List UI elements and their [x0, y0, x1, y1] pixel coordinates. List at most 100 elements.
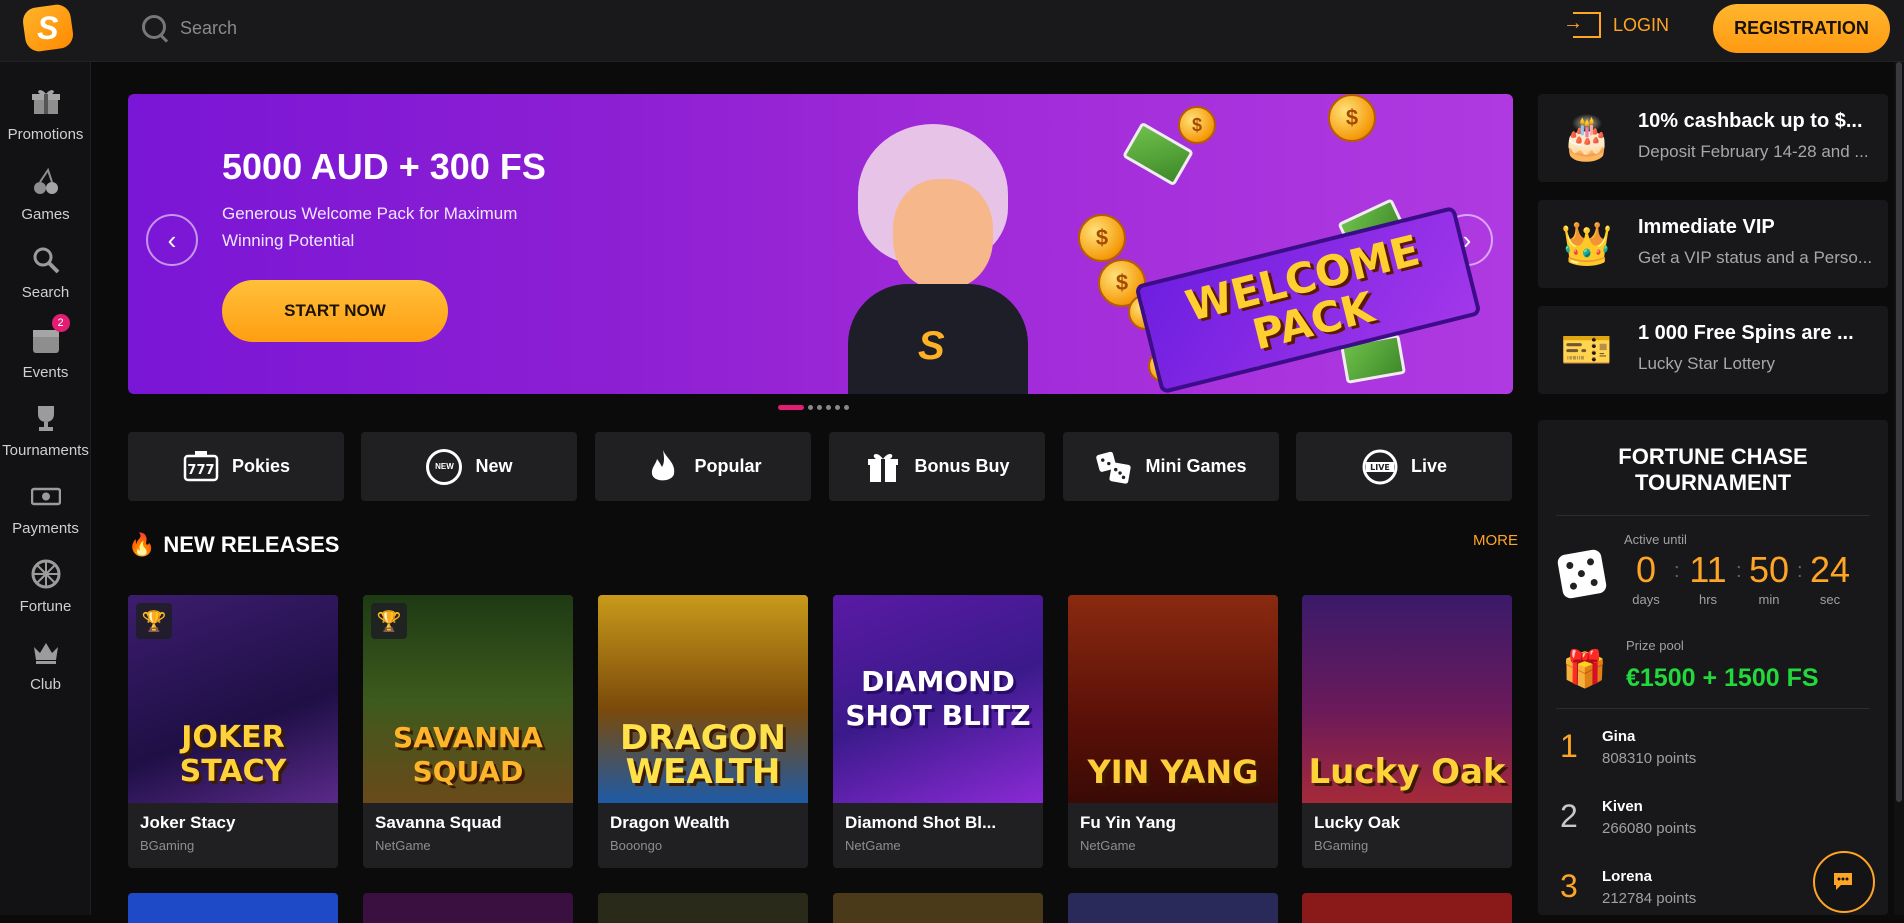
search-input[interactable]	[180, 17, 540, 39]
category-label: Live	[1410, 456, 1448, 476]
lottery-ticket-icon: 🎫	[1560, 325, 1614, 373]
new-releases-title: 🔥 NEW RELEASES	[128, 532, 340, 557]
start-now-button[interactable]: START NOW	[222, 280, 448, 342]
game-thumbnail: 🏆 SAVANNA SQUAD	[363, 595, 573, 803]
game-name: Joker Stacy	[140, 813, 236, 832]
pagination-dot[interactable]	[778, 405, 804, 410]
game-thumbnail: YIN YANG	[1068, 595, 1278, 803]
game-name: Fu Yin Yang	[1080, 813, 1177, 832]
sidebar-label: Events	[22, 364, 69, 381]
category-label: Bonus Buy	[914, 456, 1010, 476]
countdown-seconds: 24 sec	[1809, 549, 1851, 608]
logo[interactable]: S	[21, 2, 75, 54]
game-card-joker-stacy[interactable]: 🏆 JOKER STACY Joker Stacy BGaming	[128, 595, 338, 868]
category-label: New	[475, 456, 513, 476]
sidebar-item-promotions[interactable]: Promotions	[0, 86, 91, 176]
game-provider: NetGame	[375, 838, 431, 853]
sidebar-label: Payments	[12, 520, 79, 537]
tournament-panel[interactable]: FORTUNE CHASE TOURNAMENT Active until 0d…	[1538, 420, 1888, 915]
promo-subtitle: Lucky Star Lottery	[1638, 354, 1776, 373]
flame-icon	[644, 448, 682, 486]
dice-icon	[1556, 548, 1608, 600]
banner-prev-arrow[interactable]: ‹	[146, 214, 198, 266]
promo-card-cashback[interactable]: 🎂 10% cashback up to $... Deposit Februa…	[1538, 94, 1888, 182]
login-icon	[1563, 12, 1601, 38]
search-icon	[140, 13, 170, 43]
game-provider: Booongo	[610, 838, 663, 853]
category-popular[interactable]: Popular	[595, 432, 811, 501]
game-thumbnail: DIAMOND SHOT BLITZ	[833, 595, 1043, 803]
sidebar-label: Tournaments	[2, 442, 89, 459]
countdown-minutes: 50 min	[1748, 549, 1790, 608]
gift-icon	[30, 86, 62, 118]
search-icon	[30, 244, 62, 276]
dice-icon	[1095, 448, 1133, 486]
scrollbar[interactable]	[1894, 62, 1904, 915]
banner-character: S	[838, 124, 1028, 394]
category-mini-games[interactable]: Mini Games	[1063, 432, 1279, 501]
game-card-diamond-shot-blitz[interactable]: DIAMOND SHOT BLITZ Diamond Shot Bl... Ne…	[833, 595, 1043, 868]
game-card-peek[interactable]	[833, 893, 1043, 923]
game-card-peek[interactable]	[128, 893, 338, 923]
crown-icon	[30, 636, 62, 668]
game-card-lucky-oak[interactable]: Lucky Oak Lucky Oak BGaming	[1302, 595, 1512, 868]
sidebar-item-games[interactable]: Games	[0, 166, 91, 256]
game-thumbnail: DRAGON WEALTH	[598, 595, 808, 803]
login-button[interactable]: LOGIN	[1563, 12, 1670, 38]
banner-pagination	[778, 405, 849, 410]
promo-card-lottery[interactable]: 🎫 1 000 Free Spins are ... Lucky Star Lo…	[1538, 306, 1888, 394]
registration-button[interactable]: REGISTRATION	[1713, 4, 1890, 53]
leaderboard-row: 1 Gina 808310 points	[1560, 728, 1697, 767]
pagination-dot[interactable]	[844, 405, 849, 410]
category-label: Mini Games	[1145, 456, 1247, 476]
game-card-peek[interactable]	[598, 893, 808, 923]
trophy-icon: 🏆	[371, 603, 407, 639]
sidebar-label: Fortune	[19, 598, 72, 615]
game-card-savanna-squad[interactable]: 🏆 SAVANNA SQUAD Savanna Squad NetGame	[363, 595, 573, 868]
divider	[1556, 515, 1870, 516]
pagination-dot[interactable]	[817, 405, 822, 410]
game-card-peek[interactable]	[363, 893, 573, 923]
game-card-peek[interactable]	[1302, 893, 1512, 923]
promo-banner[interactable]: ‹ › 5000 AUD + 300 FS Generous Welcome P…	[128, 94, 1513, 394]
pagination-dot[interactable]	[808, 405, 813, 410]
pagination-dot[interactable]	[826, 405, 831, 410]
sidebar-item-club[interactable]: Club	[0, 636, 91, 726]
gift-icon: 🎁	[1562, 648, 1607, 689]
category-live[interactable]: LIVE Live	[1296, 432, 1512, 501]
promo-card-vip[interactable]: 👑 Immediate VIP Get a VIP status and a P…	[1538, 200, 1888, 288]
sidebar-item-fortune[interactable]: Fortune	[0, 558, 91, 648]
game-name: Lucky Oak	[1314, 813, 1400, 832]
countdown-hours: 11 hrs	[1689, 549, 1727, 608]
game-card-dragon-wealth[interactable]: DRAGON WEALTH Dragon Wealth Booongo	[598, 595, 808, 868]
welcome-pack-sign: WELCOME PACK	[1134, 205, 1482, 394]
sidebar-item-payments[interactable]: Payments	[0, 480, 91, 570]
events-badge: 2	[51, 314, 70, 332]
game-card-fu-yin-yang[interactable]: YIN YANG Fu Yin Yang NetGame	[1068, 595, 1278, 868]
divider	[1556, 708, 1870, 709]
category-new[interactable]: NEW New	[361, 432, 577, 501]
game-provider: BGaming	[1314, 838, 1369, 853]
prize-pool-label: Prize pool	[1626, 638, 1684, 653]
sidebar-item-events[interactable]: 2 Events	[0, 314, 91, 414]
search-bar[interactable]	[140, 12, 560, 44]
scrollbar-thumb[interactable]	[1896, 62, 1902, 802]
game-card-peek[interactable]	[1068, 893, 1278, 923]
chat-button[interactable]	[1813, 851, 1875, 913]
login-label: LOGIN	[1613, 14, 1670, 35]
chat-icon	[1834, 873, 1852, 890]
game-thumbnail: Lucky Oak	[1302, 595, 1512, 803]
category-pokies[interactable]: 777 Pokies	[128, 432, 344, 501]
category-bonus-buy[interactable]: Bonus Buy	[829, 432, 1045, 501]
sidebar-item-tournaments[interactable]: Tournaments	[0, 402, 91, 492]
sidebar-label: Club	[30, 676, 61, 693]
coin-icon: $	[1078, 214, 1126, 262]
more-link[interactable]: MORE	[1473, 532, 1518, 549]
logo-letter: S	[37, 9, 59, 46]
sidebar-item-search[interactable]: Search	[0, 244, 91, 334]
pagination-dot[interactable]	[835, 405, 840, 410]
cherries-icon	[30, 166, 62, 198]
coin-icon: $	[1328, 94, 1376, 142]
top-bar: S LOGIN REGISTRATION	[0, 0, 1904, 62]
svg-text:LIVE: LIVE	[1370, 463, 1390, 472]
